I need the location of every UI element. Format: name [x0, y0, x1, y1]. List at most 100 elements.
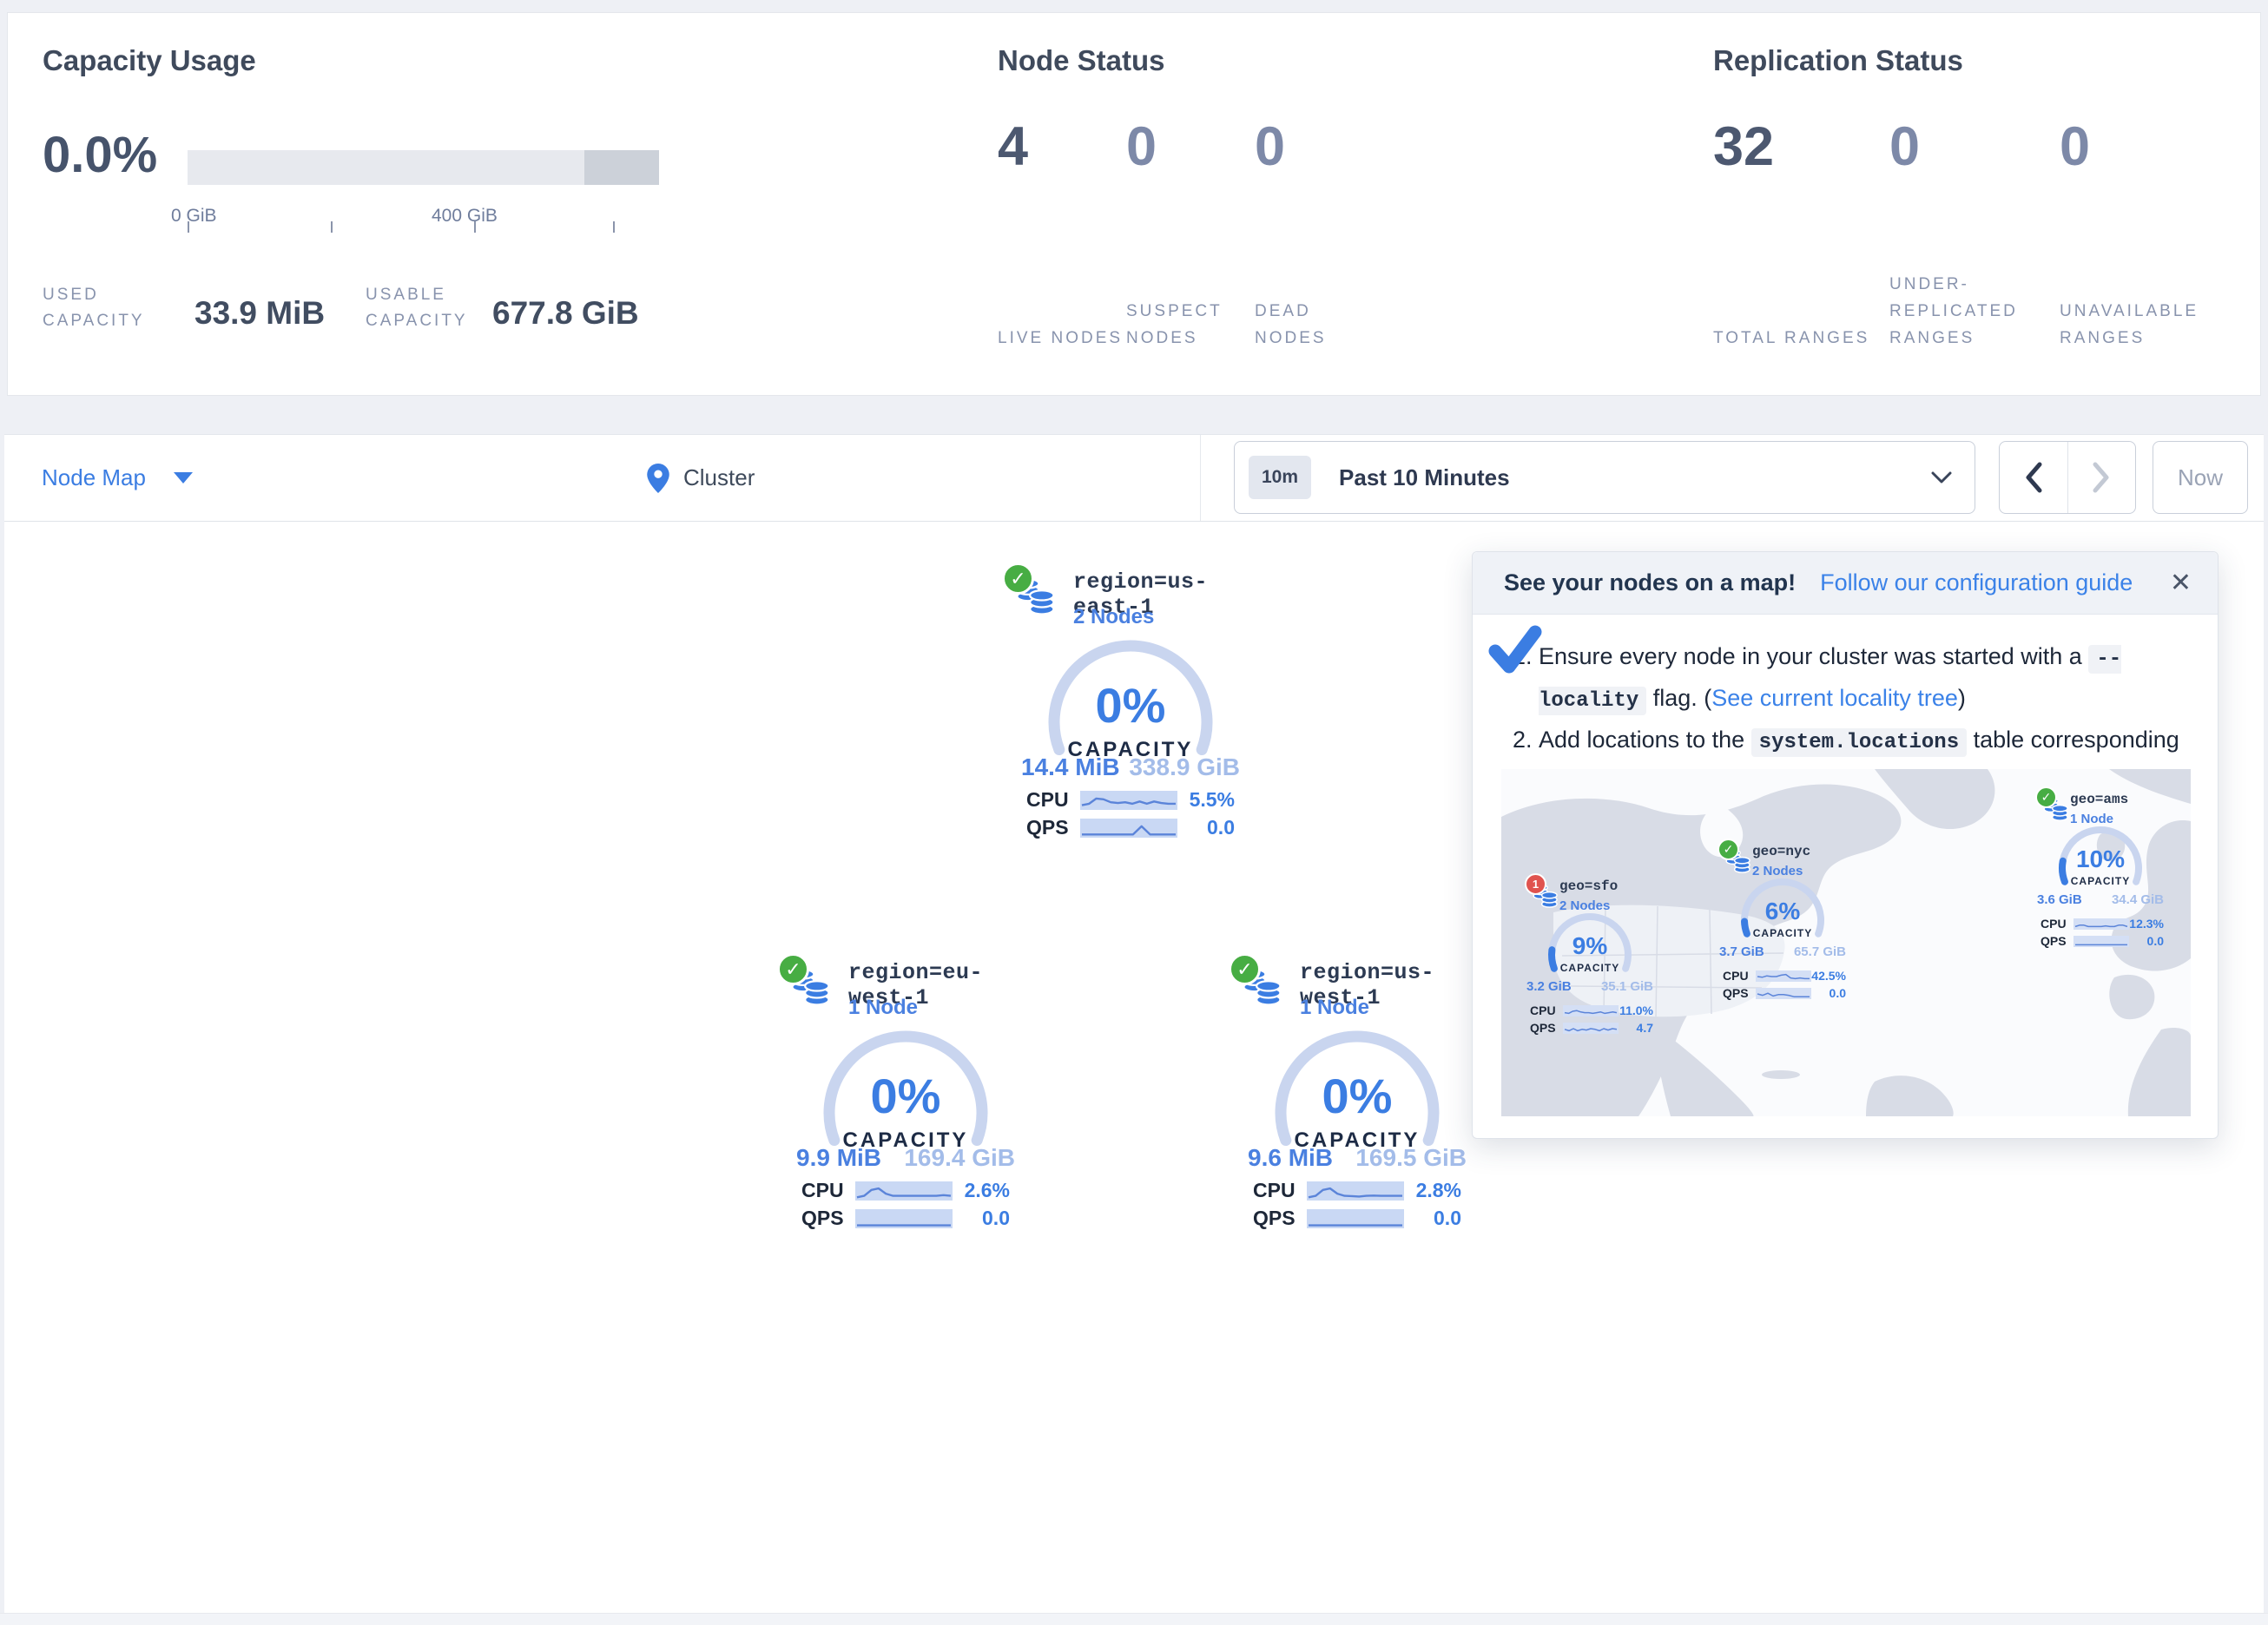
now-button[interactable]: Now — [2153, 441, 2248, 514]
cpu-sparkline — [2074, 918, 2129, 930]
used-value: 9.9 MiB — [796, 1144, 881, 1172]
used-value: 3.7 GiB — [1719, 944, 1764, 959]
region-node-count[interactable]: 1 Node — [848, 996, 918, 1020]
capacity-values: 9.9 MiB 169.4 GiB — [796, 1144, 1015, 1172]
capacity-usage-title: Capacity Usage — [43, 44, 256, 77]
capacity-values: 3.7 GiB 65.7 GiB — [1719, 944, 1846, 959]
replication-status-labels: TOTAL RANGES UNDER-REPLICATED RANGES UNA… — [1713, 230, 2230, 352]
suspect-nodes-label: SUSPECT NODES — [1126, 298, 1255, 352]
cpu-value: 42.5% — [1811, 969, 1846, 983]
gauge-percent: 0% — [1270, 1068, 1444, 1124]
capacity-values: 3.6 GiB 34.4 GiB — [2037, 892, 2164, 907]
capacity-tick-0: 0 GiB — [171, 206, 217, 227]
replication-status-title: Replication Status — [1713, 44, 1963, 77]
capacity-gauge: 10% CAPACITY — [2050, 825, 2151, 889]
dead-nodes-value: 0 — [1255, 115, 1383, 178]
cpu-sparkline — [1080, 791, 1177, 810]
warning-badge-icon: 1 — [1525, 873, 1546, 895]
gauge-percent: 10% — [2050, 845, 2151, 873]
popup-title: See your nodes on a map! — [1504, 569, 1796, 596]
total-value: 338.9 GiB — [1129, 753, 1240, 781]
cpu-label: CPU — [1026, 788, 1080, 812]
time-next-button[interactable] — [2068, 442, 2136, 513]
chevron-down-icon — [1931, 471, 1952, 484]
region-card-us-west-1[interactable]: ✓ region=us-west-1 1 Node 0% CAPACITY 9.… — [1227, 951, 1487, 1082]
node-status-labels: LIVE NODES SUSPECT NODES DEAD NODES — [998, 256, 1383, 352]
under-replicated-ranges-label: UNDER-REPLICATED RANGES — [1889, 271, 2060, 352]
view-selector[interactable]: Node Map — [42, 435, 193, 521]
total-value: 35.1 GiB — [1601, 979, 1653, 994]
used-capacity-label: USED CAPACITY — [43, 282, 173, 334]
configuration-guide-link[interactable]: Follow our configuration guide — [1820, 569, 2170, 596]
qps-sparkline — [1563, 1023, 1619, 1034]
view-selector-label[interactable]: Node Map — [42, 464, 146, 491]
used-value: 3.6 GiB — [2037, 892, 2082, 907]
capacity-values: 3.2 GiB 35.1 GiB — [1526, 979, 1653, 994]
capacity-gauge: 6% CAPACITY — [1732, 877, 1833, 941]
usable-capacity-label: USABLE CAPACITY — [366, 282, 513, 334]
qps-sparkline — [2074, 936, 2129, 947]
cpu-value: 2.6% — [953, 1179, 1010, 1202]
region-card-us-east-1[interactable]: ✓ region=us-east-1 2 Nodes 0% CAPACITY 1… — [1000, 561, 1261, 691]
cpu-metric-row: CPU 12.3% — [2041, 917, 2164, 931]
cpu-label: CPU — [1723, 969, 1756, 983]
cpu-value: 12.3% — [2129, 917, 2164, 931]
cpu-metric-row: CPU 5.5% — [1026, 788, 1235, 812]
cpu-sparkline — [1756, 970, 1811, 982]
capacity-values: 9.6 MiB 169.5 GiB — [1248, 1144, 1467, 1172]
qps-sparkline — [1080, 819, 1177, 838]
node-status-values: 4 0 0 — [998, 115, 1383, 178]
capacity-usage-percent: 0.0% — [43, 126, 157, 184]
time-range-label: Past 10 Minutes — [1339, 464, 1931, 491]
capacity-gauge: 9% CAPACITY — [1539, 911, 1640, 976]
close-icon[interactable]: ✕ — [2170, 568, 2192, 598]
gauge-percent: 6% — [1732, 898, 1833, 925]
qps-sparkline — [1307, 1209, 1404, 1228]
example-node-map-image: 1 geo=sfo 2 Nodes 9% CAPACITY 3.2 GiB 35… — [1501, 769, 2191, 1116]
locality-tree-link[interactable]: See current locality tree — [1711, 685, 1958, 711]
used-value: 9.6 MiB — [1248, 1144, 1333, 1172]
qps-metric-row: QPS 0.0 — [1253, 1207, 1461, 1230]
healthy-check-icon: ✓ — [1002, 562, 1034, 595]
qps-value: 0.0 — [1177, 816, 1235, 839]
cpu-sparkline — [1563, 1005, 1619, 1016]
gauge-capacity-label: CAPACITY — [2050, 875, 2151, 887]
qps-label: QPS — [1026, 816, 1080, 839]
usable-capacity-value: 677.8 GiB — [492, 295, 639, 332]
qps-value: 0.0 — [953, 1207, 1010, 1230]
capacity-tick-400: 400 GiB — [432, 206, 498, 227]
time-prev-button[interactable] — [2000, 442, 2068, 513]
qps-metric-row: QPS 0.0 — [1723, 986, 1846, 1000]
region-node-count[interactable]: 2 Nodes — [1073, 605, 1154, 629]
unavailable-ranges-label: UNAVAILABLE RANGES — [2060, 298, 2230, 352]
time-range-select[interactable]: 10m Past 10 Minutes — [1234, 441, 1975, 514]
qps-metric-row: QPS 4.7 — [1530, 1021, 1653, 1035]
cpu-label: CPU — [801, 1179, 855, 1202]
system-locations-code: system.locations — [1751, 728, 1967, 757]
cpu-value: 11.0% — [1619, 1003, 1653, 1017]
capacity-gauge: 0% CAPACITY — [1270, 1026, 1444, 1156]
cpu-metric-row: CPU 2.6% — [801, 1179, 1010, 1202]
location-pin-icon — [647, 464, 669, 493]
qps-label: QPS — [1530, 1021, 1563, 1035]
qps-value: 0.0 — [1404, 1207, 1461, 1230]
qps-value: 4.7 — [1619, 1021, 1653, 1035]
node-map-page: Capacity Usage 0.0% 0 GiB 400 GiB USED C… — [0, 0, 2268, 1625]
total-value: 34.4 GiB — [2112, 892, 2164, 907]
geo-name: geo=nyc — [1752, 844, 1810, 859]
breadcrumb[interactable]: Cluster — [647, 435, 755, 521]
qps-metric-row: QPS 0.0 — [1026, 816, 1235, 839]
bottom-strip — [0, 1613, 2268, 1625]
breadcrumb-label: Cluster — [683, 464, 755, 491]
gauge-capacity-label: CAPACITY — [1732, 927, 1833, 939]
capacity-usage-bar — [188, 150, 659, 185]
chevron-down-icon — [174, 472, 193, 484]
region-node-count[interactable]: 1 Node — [1300, 996, 1369, 1020]
cpu-value: 2.8% — [1404, 1179, 1461, 1202]
region-card-eu-west-1[interactable]: ✓ region=eu-west-1 1 Node 0% CAPACITY 9.… — [775, 951, 1036, 1082]
cpu-value: 5.5% — [1177, 788, 1235, 812]
qps-sparkline — [855, 1209, 953, 1228]
cpu-label: CPU — [2041, 917, 2074, 931]
gauge-capacity-label: CAPACITY — [1539, 962, 1640, 974]
total-ranges-label: TOTAL RANGES — [1713, 325, 1889, 352]
